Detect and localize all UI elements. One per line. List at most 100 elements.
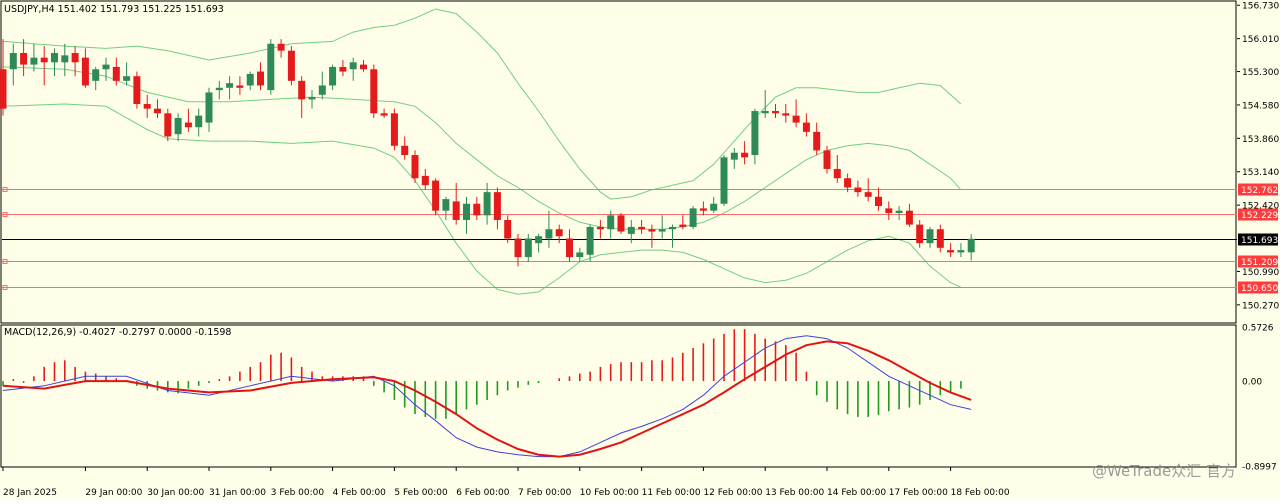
candle-body bbox=[370, 69, 378, 114]
candle-body bbox=[195, 115, 203, 128]
candle-body bbox=[864, 192, 872, 197]
candle-body bbox=[174, 117, 182, 135]
candle-body bbox=[421, 175, 429, 186]
candle-body bbox=[844, 178, 852, 188]
candle-body bbox=[71, 53, 79, 63]
time-tick-label: 5 Feb 00:00 bbox=[394, 488, 448, 498]
candle-body bbox=[380, 113, 388, 116]
candle-body bbox=[514, 238, 522, 258]
candle-body bbox=[617, 215, 625, 232]
candle-body bbox=[596, 226, 604, 230]
candle-body bbox=[318, 85, 326, 95]
candle-body bbox=[143, 104, 151, 109]
candle-body bbox=[699, 208, 707, 211]
candle-body bbox=[679, 224, 687, 227]
level-label: 151.209 bbox=[1241, 258, 1278, 268]
candle-body bbox=[566, 238, 573, 258]
candle-body bbox=[133, 76, 141, 105]
candle-body bbox=[411, 155, 419, 179]
candle-body bbox=[154, 108, 161, 114]
current-price-label: 151.693 bbox=[1241, 236, 1278, 246]
candle-body bbox=[30, 57, 38, 65]
candle-body bbox=[741, 152, 749, 158]
candle-body bbox=[792, 115, 800, 123]
candle-body bbox=[463, 203, 470, 220]
candle-body bbox=[257, 71, 264, 86]
candle-body bbox=[720, 157, 728, 204]
chart-root: 152.762 152.229 151.209 150.650 151.693 156.… bbox=[0, 0, 1280, 500]
price-tick-label: 156.730 bbox=[1242, 2, 1279, 12]
candle-body bbox=[349, 62, 357, 70]
candle-body bbox=[401, 145, 409, 156]
time-tick-label: 18 Feb 00:00 bbox=[951, 488, 1010, 498]
price-tick-label: 153.860 bbox=[1242, 135, 1279, 145]
candle-body bbox=[875, 196, 882, 207]
candle-body bbox=[710, 203, 718, 211]
macd-tick-label: 0.5726 bbox=[1242, 324, 1274, 334]
candle-body bbox=[916, 224, 924, 244]
watermark: @WeTrade众汇 官方 bbox=[1092, 462, 1236, 480]
price-tick-label: 152.420 bbox=[1242, 202, 1279, 212]
chart-header: USDJPY,H4 151.402 151.793 151.225 151.69… bbox=[4, 4, 224, 15]
chart-svg: 152.762 152.229 151.209 150.650 151.693 156.… bbox=[0, 0, 1280, 500]
candle-body bbox=[442, 199, 450, 211]
candle-body bbox=[648, 229, 656, 232]
price-tick-label: 150.990 bbox=[1242, 268, 1279, 278]
candle-body bbox=[215, 87, 223, 91]
candle-body bbox=[81, 57, 89, 86]
candle-body bbox=[112, 66, 120, 81]
candle-body bbox=[308, 97, 316, 100]
candle-body bbox=[885, 208, 893, 214]
candle-body bbox=[782, 113, 790, 116]
candle-body bbox=[936, 229, 944, 248]
macd-tick-label: -0.8997 bbox=[1242, 463, 1277, 473]
candle-body bbox=[493, 192, 501, 220]
candle-body bbox=[236, 85, 244, 88]
candle-body bbox=[51, 53, 58, 63]
candle-body bbox=[730, 152, 738, 160]
candle-body bbox=[0, 69, 7, 109]
candle-body bbox=[123, 76, 131, 81]
candle-body bbox=[277, 43, 285, 51]
candle-body bbox=[947, 250, 955, 253]
candle-body bbox=[360, 64, 367, 70]
candle-body bbox=[555, 229, 563, 237]
candle-body bbox=[205, 92, 213, 123]
candle-body bbox=[802, 122, 810, 132]
time-tick-label: 31 Jan 00:00 bbox=[209, 488, 266, 498]
price-tick-label: 154.580 bbox=[1242, 101, 1279, 111]
candle-body bbox=[483, 192, 491, 216]
price-tick-label: 155.300 bbox=[1242, 68, 1279, 78]
time-tick-label: 12 Feb 00:00 bbox=[703, 488, 762, 498]
price-tick-label: 153.140 bbox=[1242, 168, 1279, 178]
time-tick-label: 28 Jan 2025 bbox=[3, 488, 57, 498]
candle-body bbox=[586, 226, 594, 255]
candle-body bbox=[92, 69, 100, 81]
candle-body bbox=[638, 226, 646, 230]
time-tick-label: 30 Jan 00:00 bbox=[147, 488, 204, 498]
price-tick-label: 150.270 bbox=[1242, 301, 1279, 311]
candle-body bbox=[329, 66, 337, 86]
level-label: 152.229 bbox=[1241, 211, 1278, 221]
candle-body bbox=[61, 55, 69, 63]
candle-body bbox=[246, 73, 254, 86]
candle-body bbox=[298, 80, 306, 100]
candle-body bbox=[895, 210, 903, 214]
level-label: 150.650 bbox=[1241, 284, 1278, 294]
candle-body bbox=[957, 250, 965, 253]
level-label: 152.762 bbox=[1241, 186, 1278, 196]
candle-body bbox=[658, 229, 666, 232]
candle-body bbox=[576, 252, 584, 258]
candle-body bbox=[287, 50, 295, 81]
time-tick-label: 11 Feb 00:00 bbox=[642, 488, 701, 498]
candle-body bbox=[40, 57, 48, 63]
candle-body bbox=[669, 226, 676, 230]
candle-body bbox=[339, 66, 347, 72]
candle-body bbox=[926, 229, 934, 244]
candle-body bbox=[267, 43, 275, 91]
candle-body bbox=[9, 53, 17, 70]
candle-body bbox=[761, 110, 769, 114]
candle-body bbox=[823, 150, 831, 169]
time-tick-label: 14 Feb 00:00 bbox=[827, 488, 886, 498]
candle-body bbox=[504, 219, 512, 239]
